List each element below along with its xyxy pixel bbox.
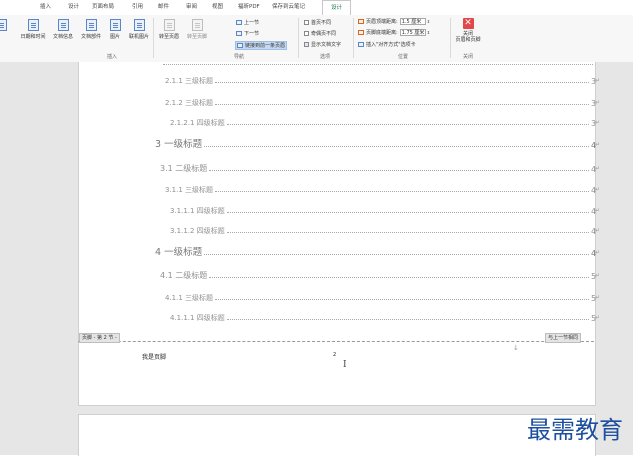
online-pictures-button[interactable]: 联机图片 [126, 19, 152, 40]
footer-section-tag: 页脚 - 第 2 节 - [79, 333, 120, 343]
tab-header-footer-design[interactable]: 设计 [322, 0, 352, 16]
checkbox-icon [304, 31, 309, 36]
arrow-up-icon [236, 20, 242, 25]
footer-from-bottom-row: 页脚底端距离: 1.75 厘米 ⇕ [358, 29, 430, 36]
cutoff-button[interactable] [0, 19, 7, 33]
toc-entry[interactable]: 3 一级标题 4 ↵ [79, 138, 600, 150]
spinner-arrows-icon[interactable]: ⇕ [427, 19, 430, 24]
checkbox-icon [304, 20, 309, 25]
show-document-text-checkbox[interactable]: 显示文档文字 [304, 41, 341, 48]
different-first-page-checkbox[interactable]: 首页不同 [304, 19, 331, 26]
toc-entry[interactable]: 2.1.2.1 四级标题 3 ↵ [79, 116, 600, 128]
previous-section-button[interactable]: 上一节 [236, 19, 259, 26]
close-header-footer-button[interactable]: ✕ 关闭 页眉和页脚 [452, 18, 484, 43]
spinner-arrows-icon[interactable]: ⇕ [427, 30, 430, 35]
group-separator [298, 18, 299, 58]
toc-entry[interactable]: 3.1.1.1 四级标题 4 ↵ [79, 204, 600, 216]
toc-entry[interactable]: 4.1.1 三级标题 5 ↵ [79, 291, 600, 303]
insert-alignment-tab-button[interactable]: 插入"对齐方式"选项卡 [358, 41, 416, 48]
toc-entry[interactable]: 3.1.1 三级标题 4 ↵ [79, 183, 600, 195]
quick-parts-button[interactable]: 文档部件 [78, 19, 104, 40]
quick-parts-icon [85, 19, 97, 31]
toc-entry[interactable]: 2.1.1 三级标题 3 ↵ [79, 74, 600, 86]
footer-icon [191, 19, 203, 31]
calendar-icon [27, 19, 39, 31]
next-section-button[interactable]: 下一节 [236, 30, 259, 37]
same-as-previous-tag: 与上一节相同 [545, 333, 582, 343]
footer-text[interactable]: 我是页脚 [142, 352, 166, 361]
toc-entry[interactable]: 2.1.2 三级标题 3 ↵ [79, 96, 600, 108]
footer-position-icon [358, 30, 364, 35]
different-odd-even-checkbox[interactable]: 奇偶页不同 [304, 30, 336, 37]
go-to-footer-button[interactable]: 转至页脚 [184, 19, 210, 40]
checkbox-checked-icon [304, 42, 309, 47]
date-time-button[interactable]: 日期和时间 [18, 19, 48, 40]
link-icon [237, 43, 243, 48]
tab-mailings[interactable]: 邮件 [158, 2, 169, 10]
tab-design[interactable]: 设计 [68, 2, 79, 10]
tab-view[interactable]: 视图 [212, 2, 223, 10]
watermark: 最需教育 [527, 416, 623, 444]
toc-entry[interactable]: 3.1.1.2 四级标题 4 ↵ [79, 224, 600, 236]
paragraph-mark-icon: ↓ [513, 344, 519, 352]
footer-page-number[interactable]: 2 [333, 352, 336, 358]
toc-entry[interactable]: 3.1 二级标题 4 ↵ [79, 162, 600, 174]
header-from-top-row: 页眉顶端距离: 1.5 厘米 ⇕ [358, 18, 430, 25]
group-separator [353, 18, 354, 58]
tab-save-to-cloud-note[interactable]: 保存到云笔记 [272, 2, 305, 10]
tab-insert[interactable]: 插入 [40, 2, 51, 10]
link-to-previous-button[interactable]: 链接到前一条页眉 [235, 41, 288, 50]
picture-icon [109, 19, 121, 31]
toc-entry[interactable]: 4.1 二级标题 5 ↵ [79, 269, 600, 281]
toc-entry-partial [79, 56, 595, 68]
header-position-icon [358, 19, 364, 24]
header-from-top-input[interactable]: 1.5 厘米 [399, 18, 426, 25]
header-icon [163, 19, 175, 31]
go-to-header-button[interactable]: 转至页眉 [156, 19, 182, 40]
footer-from-bottom-input[interactable]: 1.75 厘米 [399, 29, 426, 36]
alignment-tab-icon [358, 42, 364, 47]
tab-foxit-pdf[interactable]: 福昕PDF [238, 2, 260, 10]
document-info-button[interactable]: 文档信息 [50, 19, 76, 40]
document-page[interactable]: 2.1.1 三级标题 3 ↵ 2.1.2 三级标题 3 ↵ 2.1.2.1 四级标题 3 ↵… [78, 62, 600, 406]
cutoff-icon [0, 19, 7, 31]
footer-boundary [78, 341, 594, 342]
group-separator [153, 18, 154, 58]
close-icon: ✕ [462, 18, 474, 29]
toc-entry[interactable]: 4 一级标题 4 ↵ [79, 246, 600, 258]
document-icon [57, 19, 69, 31]
document-page-next[interactable] [78, 414, 596, 456]
arrow-down-icon [236, 31, 242, 36]
ribbon-tab-bar: 插入 设计 页面布局 引用 邮件 审阅 视图 福昕PDF 保存到云笔记 设计 [0, 0, 633, 16]
group-separator [450, 18, 451, 58]
tab-references[interactable]: 引用 [132, 2, 143, 10]
picture-button[interactable]: 图片 [106, 19, 124, 40]
tab-page-layout[interactable]: 页面布局 [92, 2, 114, 10]
toc-entry[interactable]: 4.1.1.1 四级标题 5 ↵ [79, 311, 600, 323]
tab-review[interactable]: 审阅 [186, 2, 197, 10]
online-picture-icon [133, 19, 145, 31]
text-cursor-icon: I [343, 360, 347, 370]
